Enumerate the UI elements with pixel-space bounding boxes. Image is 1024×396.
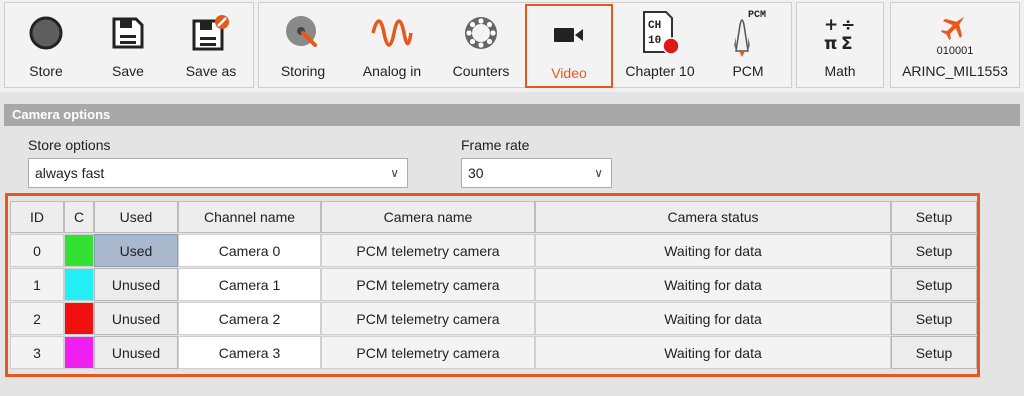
storing-button[interactable]: Storing	[259, 3, 347, 89]
toolbar-group-arinc: 010001 ARINC_MIL1553	[890, 2, 1020, 88]
row-3-camera-status: Waiting for data	[535, 336, 891, 369]
analog-in-icon	[347, 13, 437, 53]
toolbar: Store Save Save as Storing Analog in Cou…	[0, 0, 1024, 92]
pcm-button[interactable]: PCM PCM	[705, 3, 791, 89]
analog-in-button[interactable]: Analog in	[347, 3, 437, 89]
row-2-camera-status: Waiting for data	[535, 302, 891, 335]
row-1-camera-name: PCM telemetry camera	[321, 268, 535, 301]
header-setup: Setup	[891, 201, 977, 233]
row-0-color-swatch[interactable]	[64, 234, 94, 267]
chapter-10-icon: CH 10	[615, 11, 705, 55]
math-label: Math	[824, 63, 856, 79]
video-camera-icon	[527, 15, 611, 55]
counters-label: Counters	[452, 63, 510, 79]
video-label: Video	[551, 65, 587, 81]
row-0-camera-name: PCM telemetry camera	[321, 234, 535, 267]
arinc-mil1553-label: ARINC_MIL1553	[902, 63, 1008, 79]
chevron-down-icon: ∨	[594, 166, 603, 180]
svg-text:+: +	[824, 15, 838, 35]
storing-label: Storing	[280, 63, 326, 79]
chapter-10-button[interactable]: CH 10 Chapter 10	[615, 3, 705, 89]
row-1-used-toggle[interactable]: Unused	[94, 268, 178, 301]
counters-button[interactable]: Counters	[437, 3, 525, 89]
save-button[interactable]: Save	[87, 3, 169, 89]
toolbar-group-file: Store Save Save as	[4, 2, 254, 88]
pcm-label: PCM	[732, 63, 764, 79]
row-1-setup-button[interactable]: Setup	[891, 268, 977, 301]
camera-table: ID C Used Channel name Camera name Camer…	[5, 193, 980, 377]
frame-rate-value: 30	[468, 165, 484, 181]
frame-rate-label: Frame rate	[461, 137, 530, 153]
row-3-color-swatch[interactable]	[64, 336, 94, 369]
header-camera-name: Camera name	[321, 201, 535, 233]
row-3-channel-name[interactable]: Camera 3	[178, 336, 321, 369]
video-button[interactable]: Video	[525, 4, 613, 88]
svg-text:PCM: PCM	[748, 10, 766, 21]
frame-rate-select[interactable]: 30 ∨	[461, 158, 612, 188]
row-0-used-toggle[interactable]: Used	[94, 234, 178, 267]
toolbar-group-modules: Storing Analog in Counters Video CH 10 Ch…	[258, 2, 792, 88]
row-1-color-swatch[interactable]	[64, 268, 94, 301]
math-icon: + ÷ π Σ	[797, 13, 883, 53]
chevron-down-icon: ∨	[390, 166, 399, 180]
chapter-10-label: Chapter 10	[625, 63, 695, 79]
math-button[interactable]: + ÷ π Σ Math	[797, 3, 883, 89]
row-3-id: 3	[10, 336, 64, 369]
svg-text:÷: ÷	[841, 15, 855, 35]
row-3-setup-button[interactable]: Setup	[891, 336, 977, 369]
store-button[interactable]: Store	[5, 3, 87, 89]
storing-icon	[259, 13, 347, 53]
row-2-id: 2	[10, 302, 64, 335]
camera-options-header: Camera options	[4, 104, 1020, 126]
analog-in-label: Analog in	[362, 63, 422, 79]
row-2-camera-name: PCM telemetry camera	[321, 302, 535, 335]
row-0-channel-name[interactable]: Camera 0	[178, 234, 321, 267]
row-0-setup-button[interactable]: Setup	[891, 234, 977, 267]
counters-icon	[437, 13, 525, 53]
arinc-icon: 010001	[891, 9, 1019, 57]
row-2-color-swatch[interactable]	[64, 302, 94, 335]
row-2-setup-button[interactable]: Setup	[891, 302, 977, 335]
save-as-icon	[169, 13, 253, 53]
store-options-select[interactable]: always fast ∨	[28, 158, 408, 188]
header-channel-name: Channel name	[178, 201, 321, 233]
save-icon	[87, 13, 169, 53]
arinc-mil1553-button[interactable]: 010001 ARINC_MIL1553	[891, 3, 1019, 89]
row-1-camera-status: Waiting for data	[535, 268, 891, 301]
pcm-icon: PCM	[705, 7, 791, 57]
header-id: ID	[10, 201, 64, 233]
row-0-camera-status: Waiting for data	[535, 234, 891, 267]
save-label: Save	[112, 63, 144, 79]
row-3-camera-name: PCM telemetry camera	[321, 336, 535, 369]
header-color: C	[64, 201, 94, 233]
svg-text:CH: CH	[648, 20, 661, 32]
store-icon	[5, 13, 87, 53]
svg-text:010001: 010001	[937, 45, 974, 56]
toolbar-group-math: + ÷ π Σ Math	[796, 2, 884, 88]
row-2-used-toggle[interactable]: Unused	[94, 302, 178, 335]
svg-text:10: 10	[648, 35, 661, 47]
row-1-id: 1	[10, 268, 64, 301]
svg-text:π: π	[824, 34, 837, 52]
row-1-channel-name[interactable]: Camera 1	[178, 268, 321, 301]
save-as-button[interactable]: Save as	[169, 3, 253, 89]
store-options-label: Store options	[28, 137, 111, 153]
svg-text:Σ: Σ	[841, 34, 853, 52]
store-label: Store	[29, 63, 63, 79]
row-3-used-toggle[interactable]: Unused	[94, 336, 178, 369]
header-used: Used	[94, 201, 178, 233]
row-0-id: 0	[10, 234, 64, 267]
row-2-channel-name[interactable]: Camera 2	[178, 302, 321, 335]
store-options-value: always fast	[35, 165, 105, 181]
save-as-label: Save as	[185, 63, 237, 79]
header-camera-status: Camera status	[535, 201, 891, 233]
